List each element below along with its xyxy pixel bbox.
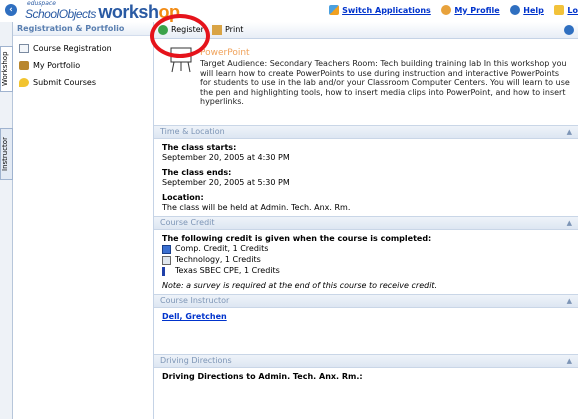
sidebar-item-label: Submit Courses [33, 78, 97, 87]
instructor-name-link[interactable]: Dell, Gretchen [162, 312, 227, 321]
tab-instructor-label: Instructor [1, 137, 9, 171]
sidebar-item-label: Course Registration [33, 44, 112, 53]
profile-icon [441, 5, 452, 15]
logo-prefix: eduspace [27, 0, 56, 7]
portfolio-icon [19, 61, 29, 70]
location-label: Location: [162, 193, 204, 202]
logout-label: Lo [567, 5, 578, 15]
credit-label: Technology, 1 Credits [175, 255, 261, 265]
top-links: Switch Applications My Profile Help Lo [321, 5, 578, 17]
print-label: Print [225, 25, 244, 34]
course-credit-header[interactable]: Course Credit ▲ [154, 216, 578, 230]
logout-icon [554, 5, 565, 15]
collapse-icon: ▲ [566, 297, 572, 305]
comp-credit-icon [162, 244, 171, 254]
print-button[interactable]: Print [212, 22, 243, 38]
technology-icon [162, 255, 171, 265]
app-logo: eduspace SchoolObjects workshop [25, 0, 180, 22]
credit-label: Comp. Credit, 1 Credits [175, 244, 269, 254]
ends-value: September 20, 2005 at 5:30 PM [162, 177, 290, 187]
credit-row: Technology, 1 Credits [162, 255, 570, 266]
toolbar: Register Print [154, 22, 578, 39]
tab-workshop-label: Workshop [1, 51, 9, 87]
main-content: Register Print PowerPoint Target Audienc… [154, 22, 578, 419]
switch-applications-icon [329, 5, 340, 15]
time-location-header[interactable]: Time & Location ▲ [154, 125, 578, 139]
my-profile-link[interactable]: My Profile [441, 5, 500, 15]
logo-school: SchoolObjects [25, 7, 96, 21]
credit-note: Note: a survey is required at the end of… [162, 280, 438, 290]
course-header: PowerPoint Target Audience: Secondary Te… [154, 39, 578, 125]
driving-directions-section: Driving Directions to Admin. Tech. Anx. … [154, 368, 578, 386]
location-value: The class will be held at Admin. Tech. A… [162, 202, 351, 212]
credit-row: Texas SBEC CPE, 1 Credits [162, 266, 570, 277]
credit-row: Comp. Credit, 1 Credits [162, 244, 570, 255]
switch-applications-link[interactable]: Switch Applications [329, 5, 431, 15]
submit-courses-icon [19, 78, 29, 87]
logout-link[interactable]: Lo [554, 5, 578, 15]
course-instructor-header[interactable]: Course Instructor ▲ [154, 294, 578, 308]
tab-instructor[interactable]: Instructor [0, 128, 13, 180]
course-title: PowerPoint [200, 48, 250, 58]
help-link[interactable]: Help [510, 5, 544, 15]
collapse-icon: ▲ [566, 219, 572, 227]
top-bar: ‹ eduspace SchoolObjects workshop Switch… [0, 0, 578, 23]
sidebar-item-course-registration[interactable]: Course Registration [13, 40, 153, 57]
print-icon [212, 25, 222, 35]
credit-label: Texas SBEC CPE, 1 Credits [175, 266, 280, 276]
starts-label: The class starts: [162, 143, 237, 152]
course-description: Target Audience: Secondary Teachers Room… [200, 59, 570, 106]
collapse-icon: ▲ [566, 128, 572, 136]
course-instructor-heading: Course Instructor [160, 296, 230, 305]
time-location-heading: Time & Location [160, 127, 225, 136]
sidebar-title: Registration & Portfolio [13, 22, 153, 36]
course-instructor-section: Dell, Gretchen [154, 308, 578, 354]
refresh-icon[interactable] [564, 25, 574, 35]
driving-directions-heading: Driving Directions [160, 356, 232, 365]
help-icon [510, 5, 521, 15]
tab-workshop[interactable]: Workshop [0, 46, 13, 92]
switch-applications-label: Switch Applications [342, 5, 431, 15]
help-label: Help [523, 5, 544, 15]
driving-directions-header[interactable]: Driving Directions ▲ [154, 354, 578, 368]
sidebar-item-submit-courses[interactable]: Submit Courses [13, 74, 153, 91]
highlight-circle [150, 14, 210, 58]
time-location-section: The class starts: September 20, 2005 at … [154, 139, 578, 216]
course-registration-icon [19, 44, 29, 53]
sidebar-item-my-portfolio[interactable]: My Portfolio [13, 57, 153, 74]
texas-flag-icon [162, 266, 171, 276]
course-credit-section: The following credit is given when the c… [154, 230, 578, 294]
sidebar: Registration & Portfolio Course Registra… [13, 22, 154, 419]
my-profile-label: My Profile [454, 5, 500, 15]
vertical-tab-strip: Workshop Instructor [0, 22, 13, 419]
starts-value: September 20, 2005 at 4:30 PM [162, 152, 290, 162]
credit-intro: The following credit is given when the c… [162, 234, 432, 243]
back-circle-icon[interactable]: ‹ [5, 4, 17, 16]
collapse-icon: ▲ [566, 357, 572, 365]
ends-label: The class ends: [162, 168, 232, 177]
driving-directions-text: Driving Directions to Admin. Tech. Anx. … [162, 372, 363, 381]
course-credit-heading: Course Credit [160, 218, 215, 227]
sidebar-item-label: My Portfolio [33, 61, 81, 70]
